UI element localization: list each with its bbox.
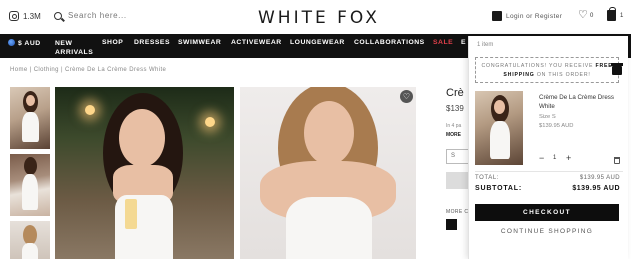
cart-item-price: $139.95 AUD bbox=[539, 123, 574, 129]
champagne-glass bbox=[125, 199, 137, 229]
subtotal-label: SUBTOTAL: bbox=[475, 185, 522, 192]
cart-item-size: Size S bbox=[539, 114, 556, 120]
cart-figure-dress bbox=[490, 121, 510, 159]
thumb-figure-hair bbox=[23, 225, 37, 245]
nav-extra[interactable]: E bbox=[461, 39, 466, 46]
product-photo-main[interactable] bbox=[55, 87, 234, 259]
nav-new-arrivals[interactable]: NEW ARRIVALS bbox=[55, 39, 93, 57]
more-info-link[interactable]: MORE bbox=[446, 132, 461, 138]
nav-dresses[interactable]: DRESSES bbox=[134, 39, 170, 46]
user-icon bbox=[492, 11, 502, 21]
thumb-figure-dress bbox=[22, 243, 38, 259]
nav-loungewear[interactable]: LOUNGEWEAR bbox=[290, 39, 345, 46]
subtotal-value: $139.95 AUD bbox=[572, 185, 620, 192]
nav-label-new: NEW bbox=[55, 40, 73, 47]
nav-sale[interactable]: SALE bbox=[433, 39, 453, 46]
wishlist-count: 0 bbox=[590, 13, 594, 19]
instagram-count: 1.3M bbox=[23, 11, 41, 21]
colour-swatch[interactable] bbox=[446, 219, 457, 230]
shopping-bag-icon[interactable] bbox=[607, 7, 616, 21]
promo-line-2: SHIPPING ON THIS ORDER! bbox=[476, 71, 618, 80]
product-thumbnail[interactable] bbox=[10, 87, 50, 149]
site-logo[interactable]: WHITE FOX bbox=[258, 8, 380, 28]
cart-item-name[interactable]: Crème De La Crème Dress White bbox=[539, 93, 619, 111]
login-label: Login or Register bbox=[506, 12, 563, 20]
trash-icon[interactable] bbox=[614, 157, 620, 164]
continue-shopping-link[interactable]: CONTINUE SHOPPING bbox=[475, 228, 619, 235]
nav-swimwear[interactable]: SWIMWEAR bbox=[178, 39, 221, 46]
search-box[interactable]: Search here... bbox=[54, 11, 127, 20]
afterpay-info: In 4 pa bbox=[446, 123, 462, 129]
nav-activewear[interactable]: ACTIVEWEAR bbox=[231, 39, 282, 46]
more-colours-label: MORE C bbox=[446, 209, 469, 215]
product-title: Crè bbox=[446, 87, 464, 99]
size-select-value: S bbox=[451, 153, 456, 159]
model-dress bbox=[286, 197, 372, 259]
quantity-value: 1 bbox=[553, 155, 557, 161]
instagram-icon bbox=[9, 11, 19, 21]
model-dress bbox=[115, 195, 173, 259]
nav-label-arrivals: ARRIVALS bbox=[55, 49, 94, 56]
login-link[interactable]: Login or Register bbox=[492, 11, 562, 21]
mini-cart-panel: 1 item CONGRATULATIONS! YOU RECEIVE FREE… bbox=[468, 36, 628, 259]
quantity-decrease-button[interactable]: − bbox=[539, 153, 544, 163]
promo-text: CONGRATULATIONS! YOU RECEIVE bbox=[481, 63, 594, 69]
thumb-figure-dress bbox=[22, 112, 39, 142]
cart-figure-face bbox=[494, 100, 505, 114]
promo-free: FREE bbox=[595, 63, 613, 69]
add-to-bag-button[interactable] bbox=[446, 172, 470, 189]
product-price: $139 bbox=[446, 104, 464, 113]
instagram-link[interactable]: 1.3M bbox=[9, 11, 41, 21]
divider bbox=[475, 171, 623, 172]
thumb-figure-dress bbox=[22, 174, 38, 210]
cart-item-image[interactable] bbox=[475, 91, 523, 165]
currency-label: $ AUD bbox=[18, 40, 41, 47]
search-input[interactable]: Search here... bbox=[68, 11, 127, 20]
model-face bbox=[304, 101, 354, 165]
product-thumbnail[interactable] bbox=[10, 221, 50, 259]
total-value: $139.95 AUD bbox=[579, 175, 620, 181]
nav-shop[interactable]: SHOP bbox=[102, 39, 123, 46]
background-light bbox=[205, 117, 215, 127]
promo-tail: ON THIS ORDER! bbox=[536, 72, 591, 78]
free-shipping-banner: CONGRATULATIONS! YOU RECEIVE FREE SHIPPI… bbox=[475, 57, 619, 83]
site-header: 1.3M Search here... WHITE FOX Login or R… bbox=[0, 0, 631, 34]
breadcrumb[interactable]: Home | Clothing | Crème De La Crème Dres… bbox=[10, 67, 166, 73]
thumb-figure-face bbox=[26, 95, 35, 106]
model-face bbox=[119, 109, 165, 167]
nav-collaborations[interactable]: COLLABORATIONS bbox=[354, 39, 425, 46]
thumb-figure-hair bbox=[24, 157, 37, 175]
heart-icon[interactable]: ♡ bbox=[578, 10, 588, 21]
currency-selector[interactable]: $ AUD bbox=[8, 39, 41, 47]
quantity-increase-button[interactable]: + bbox=[566, 153, 571, 163]
background-light bbox=[85, 105, 95, 115]
add-to-wishlist-button[interactable]: ♡ bbox=[400, 90, 413, 103]
checkout-button[interactable]: CHECKOUT bbox=[475, 204, 619, 221]
globe-icon bbox=[8, 39, 15, 46]
gift-icon bbox=[611, 63, 623, 75]
product-photo-secondary[interactable] bbox=[240, 87, 416, 259]
promo-shipping: SHIPPING bbox=[503, 72, 535, 78]
product-thumbnail[interactable] bbox=[10, 154, 50, 216]
size-select[interactable]: S bbox=[446, 149, 470, 164]
cart-item-count: 1 item bbox=[477, 42, 494, 48]
bag-count: 1 bbox=[620, 13, 624, 19]
search-icon bbox=[54, 11, 62, 20]
total-label: TOTAL: bbox=[475, 175, 500, 181]
promo-line-1: CONGRATULATIONS! YOU RECEIVE FREE bbox=[476, 62, 618, 71]
